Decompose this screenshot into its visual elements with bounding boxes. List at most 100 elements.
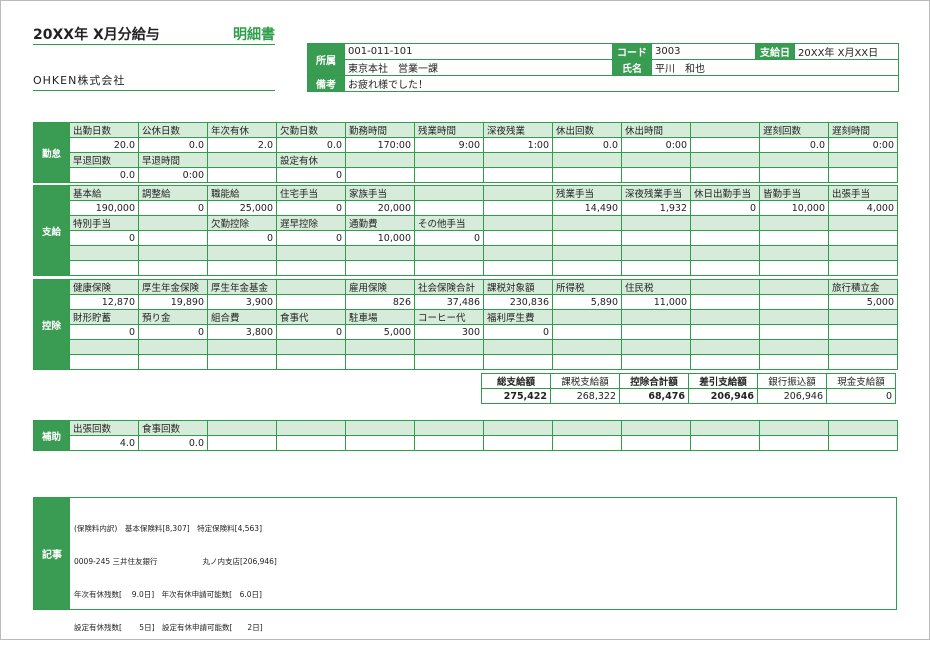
item-label: コーヒー代	[414, 309, 484, 325]
item-value	[483, 230, 553, 246]
item-label: 財形貯蓄	[69, 309, 139, 325]
item-label: 住民税	[621, 279, 691, 295]
item-label	[621, 215, 691, 231]
item-value	[552, 354, 622, 370]
item-value	[552, 167, 622, 183]
kiji-line: 年次有休残数[ 9.0日] 年次有休申請可能数[ 6.0日]	[74, 590, 262, 599]
item-label: 皆勤手当	[759, 185, 829, 201]
item-label: 公休日数	[138, 122, 208, 138]
header: 20XX年 X月分給与 明細書	[33, 24, 275, 45]
item-value: 0	[276, 324, 346, 340]
item-value: 0.0	[552, 137, 622, 153]
item-label	[345, 245, 415, 261]
item-value	[414, 167, 484, 183]
item-value: 0.0	[138, 435, 208, 451]
grid-row	[34, 354, 898, 370]
item-value: 0	[276, 230, 346, 246]
grid-row: 4.0 0.0	[34, 435, 898, 451]
employee-info-table: 所属 001-011-101 コード 3003 支給日 20XX年 X月XX日 …	[307, 43, 899, 92]
item-label	[621, 339, 691, 355]
item-value	[69, 354, 139, 370]
item-value: 0	[276, 167, 346, 183]
item-value	[345, 354, 415, 370]
item-value	[414, 260, 484, 276]
item-value	[414, 354, 484, 370]
item-value	[759, 294, 829, 310]
kojo-table: 控除 健康保険 厚生年金保険 厚生年金基金 雇用保険 社会保険合計 課税対象額 所得税 住民税 旅…	[33, 279, 898, 370]
grid-row: 0 0 3,800 0 5,000 300 0	[34, 324, 898, 340]
pay-date: 20XX年 X月XX日	[794, 43, 899, 60]
shozoku-name: 東京本社 営業一課	[344, 59, 613, 76]
item-value: 2.0	[207, 137, 277, 153]
item-value: 4,000	[828, 200, 898, 216]
item-label	[552, 309, 622, 325]
item-label: 早退回数	[69, 152, 139, 168]
item-value	[552, 230, 622, 246]
item-value	[759, 435, 829, 451]
kiji-label: 記事	[34, 498, 70, 609]
kiji-line: 設定有休残数[ 5日] 設定有休申請可能数[ 2日]	[74, 623, 263, 632]
item-label: 早退時間	[138, 152, 208, 168]
item-label	[483, 245, 553, 261]
item-label	[138, 245, 208, 261]
total-value: 68,476	[619, 388, 689, 404]
item-value	[345, 167, 415, 183]
item-label: 厚生年金基金	[207, 279, 277, 295]
item-value: 4.0	[69, 435, 139, 451]
item-label	[621, 420, 691, 436]
item-value	[276, 294, 346, 310]
item-label: 組合費	[207, 309, 277, 325]
item-value	[690, 324, 760, 340]
item-value: 0	[69, 230, 139, 246]
name-label: 氏名	[612, 59, 652, 76]
item-label	[345, 420, 415, 436]
shikyu-table: 支給 基本給 調整給 職能給 住宅手当 家族手当 残業手当 深夜残業手当 休日出勤手当 皆勤手当出…	[33, 185, 898, 276]
item-label	[414, 152, 484, 168]
item-value	[483, 200, 553, 216]
item-value: 12,870	[69, 294, 139, 310]
item-value: 0	[69, 324, 139, 340]
item-value	[552, 435, 622, 451]
item-value: 0.0	[69, 167, 139, 183]
item-label: 残業時間	[414, 122, 484, 138]
item-label	[828, 420, 898, 436]
item-label	[759, 215, 829, 231]
item-label: 職能給	[207, 185, 277, 201]
item-label: 食事回数	[138, 420, 208, 436]
item-value: 37,486	[414, 294, 484, 310]
item-value	[690, 230, 760, 246]
item-label	[759, 152, 829, 168]
item-value	[414, 435, 484, 451]
total-value: 0	[826, 388, 896, 404]
item-label	[552, 152, 622, 168]
item-label: 休日出勤手当	[690, 185, 760, 201]
item-value	[828, 167, 898, 183]
item-value	[828, 354, 898, 370]
item-value: 0	[276, 200, 346, 216]
grid-row: 12,870 19,890 3,900 826 37,486 230,836 5,890 11…	[34, 294, 898, 310]
item-value	[690, 294, 760, 310]
employee-code: 3003	[651, 43, 756, 60]
total-label: 差引支給額	[688, 373, 758, 389]
item-label: 食事代	[276, 309, 346, 325]
item-label	[138, 215, 208, 231]
item-label	[414, 185, 484, 201]
item-label	[69, 339, 139, 355]
item-value: 0:00	[621, 137, 691, 153]
total-label: 現金支給額	[826, 373, 896, 389]
item-label	[552, 215, 622, 231]
item-label	[483, 185, 553, 201]
grid-row: 勤怠 出勤日数 公休日数 年次有休 欠勤日数 勤務時間 残業時間 深夜残業 休出回数 休出時間 遅刻…	[33, 122, 898, 183]
item-value	[483, 167, 553, 183]
grid-row: 早退回数 早退時間 設定有休	[34, 152, 898, 168]
item-value	[483, 354, 553, 370]
grid-row: 控除 健康保険 厚生年金保険 厚生年金基金 雇用保険 社会保険合計 課税対象額 所得税 住民税 旅…	[33, 279, 898, 370]
kintai-section-label: 勤怠	[33, 122, 70, 183]
biko: お疲れ様でした！	[344, 75, 899, 92]
item-value: 190,000	[69, 200, 139, 216]
item-value	[138, 230, 208, 246]
item-label	[828, 309, 898, 325]
item-value	[759, 230, 829, 246]
item-label: 福利厚生費	[483, 309, 553, 325]
item-value: 5,890	[552, 294, 622, 310]
